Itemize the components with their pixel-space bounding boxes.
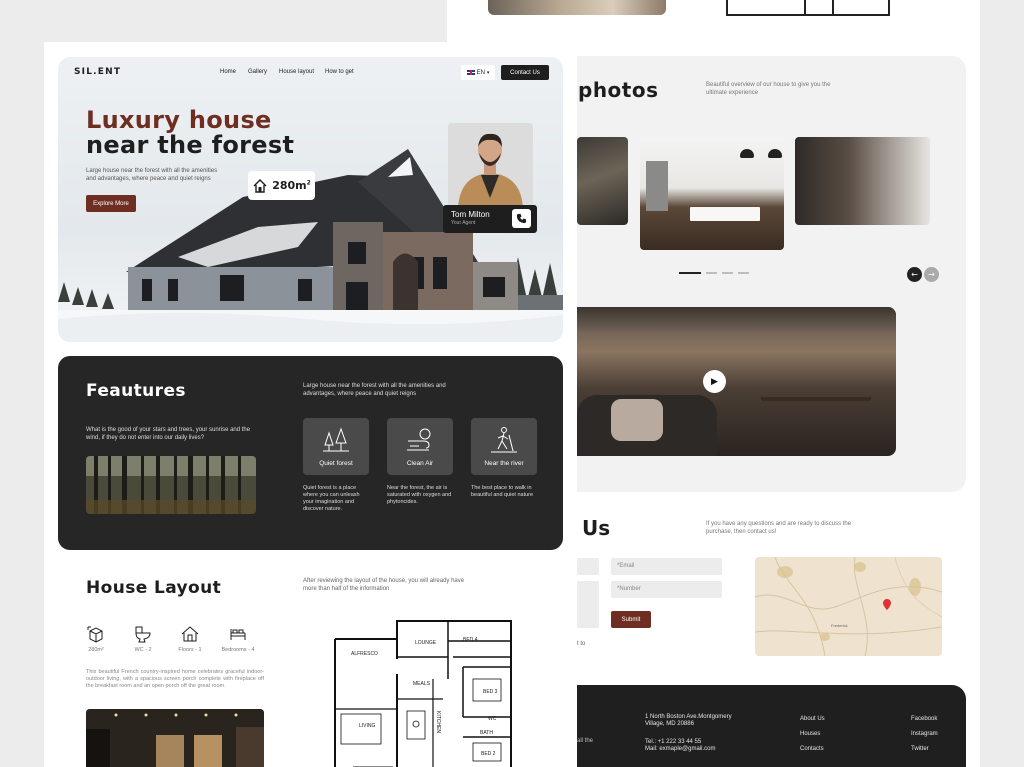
features-quote: What is the good of your stars and trees… xyxy=(86,427,251,441)
room-bath: BATH xyxy=(480,730,493,736)
interior-photo xyxy=(86,709,264,767)
feature-text-near-river: The best place to walk in beautiful and … xyxy=(471,485,534,498)
nav-house-layout[interactable]: House layout xyxy=(279,69,314,75)
layout-title: House Layout xyxy=(86,578,222,598)
trees-icon xyxy=(303,425,369,455)
contact-description: If you have any questions and are ready … xyxy=(706,521,852,535)
footer-address-2: Village, MD 20886 xyxy=(645,721,694,727)
house-icon xyxy=(181,626,199,642)
features-title: Feautures xyxy=(86,381,186,401)
footer-link-instagram[interactable]: Instagram xyxy=(911,730,938,738)
room-wc: WC xyxy=(488,716,497,722)
arrow-left-icon[interactable]: ← xyxy=(907,267,922,282)
number-field[interactable]: *Number xyxy=(611,581,722,598)
footer-mail: Mail: exmaple@gmail.com xyxy=(645,746,716,752)
room-meals: MEALS xyxy=(413,681,430,687)
spec-bedrooms-label: Bedrooms - 4 xyxy=(221,647,255,653)
top-floorplan-strip xyxy=(726,0,890,16)
hero-title-line2: near the forest xyxy=(86,131,295,159)
explore-more-button[interactable]: Explore More xyxy=(86,195,136,212)
flag-icon xyxy=(466,70,475,75)
room-bed4: BED 4 xyxy=(463,637,478,643)
room-alfresco: ALFRESCO xyxy=(351,651,378,657)
spec-area-label: 280m² xyxy=(88,647,104,653)
walker-icon xyxy=(471,425,537,455)
features-description: Large house near the forest with all the… xyxy=(303,383,446,397)
video-thumbnail[interactable] xyxy=(577,307,896,456)
room-bed3: BED 3 xyxy=(483,689,498,695)
spec-area: 280m² xyxy=(76,624,116,653)
site-logo[interactable]: SIL.ENT xyxy=(74,67,121,77)
toilet-icon xyxy=(135,626,151,643)
carousel-dots[interactable] xyxy=(679,272,749,274)
nav-home[interactable]: Home xyxy=(220,69,236,75)
nav-gallery[interactable]: Gallery xyxy=(248,69,267,75)
gallery-photo-kitchen[interactable] xyxy=(640,137,784,250)
language-selector[interactable]: EN ▾ xyxy=(461,65,495,80)
footer-link-contacts[interactable]: Contacts xyxy=(800,745,824,753)
spec-wc: WC - 2 xyxy=(123,624,163,653)
room-bed2: BED 2 xyxy=(481,751,496,757)
top-photo-strip xyxy=(488,0,666,15)
room-kitchen: KITCHEN xyxy=(434,711,441,733)
hero-description: Large house near the forest with all the… xyxy=(86,168,218,182)
feature-label-quiet-forest: Quiet forest xyxy=(319,460,353,467)
footer xyxy=(577,685,966,767)
room-living: LIVING xyxy=(359,723,376,729)
contact-us-button[interactable]: Contact Us xyxy=(501,65,549,80)
gallery-photo[interactable] xyxy=(795,137,930,225)
spec-floors: Floors - 1 xyxy=(170,624,210,653)
map[interactable]: Frederick xyxy=(755,557,942,656)
wind-icon xyxy=(387,425,453,455)
layout-paragraph: This beautiful French country-inspired h… xyxy=(86,669,264,689)
contact-partial-text: t to xyxy=(577,641,586,647)
nav-how-to-get[interactable]: How to get xyxy=(325,69,354,75)
spec-wc-label: WC - 2 xyxy=(134,647,152,653)
arrow-right-icon[interactable]: → xyxy=(924,267,939,282)
contact-title: Us xyxy=(582,516,611,540)
floor-plan[interactable]: ALFRESCO LOUNGE BED 4 MEALS BED 3 LIVING… xyxy=(333,619,513,767)
gallery-photo[interactable] xyxy=(577,137,628,225)
footer-link-facebook[interactable]: Facebook xyxy=(911,715,937,723)
gallery-title: photos xyxy=(578,78,659,102)
submit-button[interactable]: Submit xyxy=(611,611,651,628)
feature-label-clean-air: Clean Air xyxy=(406,460,434,467)
agent-avatar xyxy=(448,123,533,208)
spec-floors-label: Floors - 1 xyxy=(178,647,202,653)
name-field[interactable] xyxy=(577,558,599,575)
map-place-label: Frederick xyxy=(831,623,848,628)
footer-partial-text: all the xyxy=(577,738,594,744)
message-field[interactable] xyxy=(577,581,599,628)
chevron-down-icon: ▾ xyxy=(486,69,490,76)
feature-text-clean-air: Near the forest, the air is saturated wi… xyxy=(387,485,452,505)
email-field[interactable]: *Email xyxy=(611,558,722,575)
footer-link-about[interactable]: About Us xyxy=(800,715,825,723)
bed-icon xyxy=(230,629,246,640)
phone-icon[interactable] xyxy=(512,209,531,228)
footer-link-twitter[interactable]: Twitter xyxy=(911,745,929,753)
area-cube-icon xyxy=(87,626,103,643)
gallery-description: Beautiful overview of our house to give … xyxy=(706,82,831,96)
footer-link-houses[interactable]: Houses xyxy=(800,730,820,738)
language-label: EN xyxy=(476,69,485,76)
agent-role: Your Agent xyxy=(451,220,476,226)
hero-title-line1: Luxury house xyxy=(86,106,272,134)
hero-title: Luxury house near the forest xyxy=(86,108,294,158)
area-unit-sup: 2 xyxy=(306,179,311,187)
feature-label-near-river: Near the river xyxy=(484,460,524,467)
area-value: 280m xyxy=(272,179,307,192)
agent-name: Tom Milton xyxy=(451,210,490,219)
area-badge: 280m2 xyxy=(248,171,315,200)
layout-description: After reviewing the layout of the house,… xyxy=(303,578,465,592)
spec-bedrooms: Bedrooms - 4 xyxy=(218,624,258,653)
feature-text-quiet-forest: Quiet forest is a place where you can un… xyxy=(303,485,360,512)
play-icon[interactable]: ▶ xyxy=(703,370,726,393)
forest-photo xyxy=(86,456,256,514)
house-icon xyxy=(253,178,267,193)
room-lounge: LOUNGE xyxy=(415,640,437,646)
